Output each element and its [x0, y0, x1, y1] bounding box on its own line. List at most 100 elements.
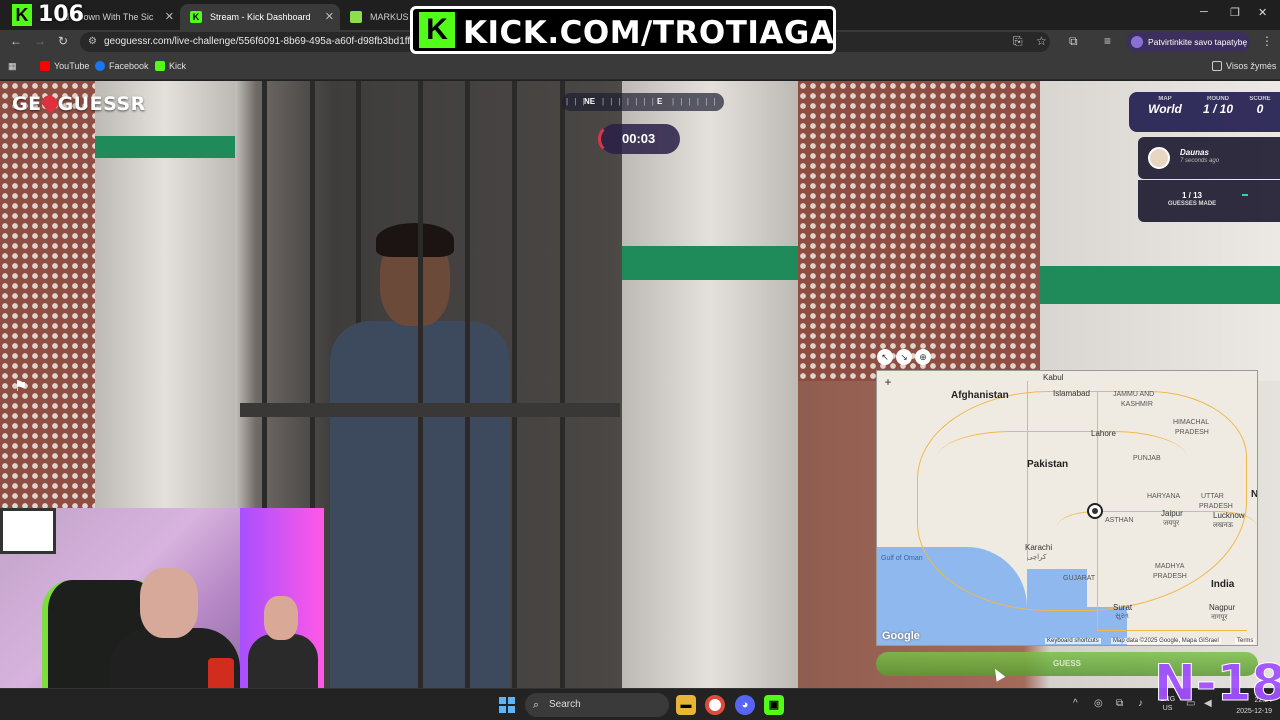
pin-map-icon[interactable]: ⊕	[915, 349, 931, 365]
guest-body	[248, 634, 318, 688]
profile-button[interactable]: Patvirtinkite savo tapatybę	[1126, 32, 1250, 52]
extensions-icon[interactable]: ⧉	[1069, 34, 1078, 49]
search-icon: ⌕	[533, 699, 540, 711]
tab-kick-dashboard[interactable]: K Stream - Kick Dashboard ✕	[180, 4, 340, 30]
brick-grille	[0, 81, 95, 511]
menu-icon[interactable]: ⋮	[1261, 34, 1273, 48]
reload-icon[interactable]: ↻	[58, 34, 68, 48]
map-label-surat: Surat	[1113, 603, 1133, 612]
drink-can	[208, 658, 234, 688]
youtube-icon	[40, 61, 50, 71]
forward-icon[interactable]: →	[34, 34, 46, 48]
concrete-pillar	[622, 81, 798, 688]
kick-logo-icon: K	[419, 12, 455, 48]
keyboard-shortcuts-link[interactable]: Keyboard shortcuts	[1045, 638, 1101, 644]
gate-bar	[465, 81, 470, 688]
all-bookmarks[interactable]: Visos žymės	[1212, 61, 1276, 71]
brick-grille	[798, 81, 1058, 381]
progress-indicator	[1242, 194, 1248, 196]
map-label-surat-gujarati: સુરત	[1115, 613, 1129, 620]
kick-favicon-icon	[350, 11, 362, 23]
folder-icon	[1212, 61, 1222, 71]
guess-map[interactable]: + Kabul Afghanistan Islamabad JAMMU AND …	[876, 370, 1258, 646]
minimize-icon[interactable]: ─	[1200, 6, 1208, 18]
facebook-icon	[95, 61, 105, 71]
gate-crossbar	[240, 403, 620, 417]
bookmark-facebook[interactable]: Facebook	[95, 61, 149, 71]
map-label-karachi-urdu: کراچی	[1027, 554, 1047, 561]
app-icon[interactable]: ▣	[764, 695, 784, 715]
map-label-lucknow: Lucknow	[1213, 511, 1245, 520]
bookmark-label: YouTube	[54, 61, 90, 71]
reading-list-icon[interactable]: ≡	[1104, 34, 1111, 48]
wall-poster	[0, 508, 56, 554]
sync-icon[interactable]: ◎	[1094, 698, 1103, 709]
map-label-jaipur-hindi: जयपुर	[1163, 520, 1180, 527]
google-logo: Google	[882, 630, 920, 642]
back-icon[interactable]: ←	[10, 34, 22, 48]
map-label-pakistan: Pakistan	[1027, 459, 1069, 470]
avatar	[1148, 147, 1170, 169]
terms-link[interactable]: Terms	[1235, 638, 1256, 644]
chrome-icon[interactable]	[705, 695, 725, 715]
streamer-webcam	[0, 508, 324, 688]
bookmark-youtube[interactable]: YouTube	[40, 61, 89, 71]
windows-taskbar: ⌕ Search ▬ ◕ ▣ ^ ◎ ⧉ ♪ ENG US ▭ ◀ 22:24 …	[0, 688, 1280, 720]
app-tray-icon[interactable]: ⧉	[1116, 698, 1123, 709]
site-info-icon[interactable]: ⚙	[88, 36, 97, 47]
map-label-jammu: JAMMU AND	[1113, 391, 1155, 398]
map-label-nagpur-hindi: नागपूर	[1211, 614, 1228, 621]
guest-face	[264, 596, 298, 640]
map-label-uttar: UTTAR	[1201, 493, 1224, 500]
profile-label: Patvirtinkite savo tapatybę	[1148, 37, 1248, 47]
expand-map-icon[interactable]: ↖	[877, 349, 893, 365]
green-stripe	[622, 246, 798, 280]
close-icon[interactable]: ✕	[165, 4, 174, 30]
report-location-icon[interactable]: ⚑	[14, 377, 27, 395]
tab-label: Stream - Kick Dashboard	[210, 12, 311, 22]
install-app-icon[interactable]: ⎘	[1013, 34, 1023, 49]
compass-e: E	[657, 97, 663, 106]
map-data-attribution: Map data ©2025 Google, Mapa GISrael	[1111, 638, 1221, 644]
viewer-count: 106	[38, 2, 84, 27]
close-window-icon[interactable]: ✕	[1258, 6, 1267, 19]
kick-logo-icon: K	[12, 4, 32, 26]
map-info: MAP World	[1148, 96, 1182, 116]
map-label-karachi: Karachi	[1025, 543, 1053, 552]
microphone-icon[interactable]: ♪	[1138, 698, 1143, 709]
map-label-lahore: Lahore	[1091, 429, 1116, 438]
streamer-face	[140, 568, 198, 638]
bookmark-star-icon[interactable]: ☆	[1036, 34, 1047, 48]
shrink-map-icon[interactable]: ↘	[896, 349, 912, 365]
kick-favicon-icon: K	[190, 11, 202, 23]
apps-grid-icon[interactable]: ▦	[8, 61, 17, 72]
player-guess-entry: Daunas 7 seconds ago	[1138, 137, 1280, 179]
guesses-label: GUESSES MADE	[1167, 201, 1217, 207]
guesses-made-panel: 1 / 13 GUESSES MADE	[1138, 180, 1280, 222]
zoom-in-icon[interactable]: +	[881, 375, 895, 389]
map-label-pradesh: PRADESH	[1175, 429, 1209, 436]
player-guess-time: 7 seconds ago	[1180, 158, 1220, 164]
maximize-icon[interactable]: ❐	[1230, 6, 1240, 19]
stream-watermark: N-18	[1153, 654, 1280, 713]
taskbar-search[interactable]: ⌕ Search	[525, 693, 669, 717]
tab-markus[interactable]: MARKUS bi	[340, 4, 420, 30]
map-label-kabul: Kabul	[1043, 373, 1064, 382]
discord-icon[interactable]: ◕	[735, 695, 755, 715]
map-label-gulf: Gulf of Oman	[881, 555, 923, 562]
player-marker-icon[interactable]	[1087, 503, 1103, 519]
close-icon[interactable]: ✕	[325, 4, 334, 30]
file-explorer-icon[interactable]: ▬	[676, 695, 696, 715]
chevron-up-icon[interactable]: ^	[1073, 698, 1078, 709]
map-label-pradesh: PRADESH	[1199, 503, 1233, 510]
bookmark-kick[interactable]: Kick	[155, 61, 186, 71]
geoguessr-logo: GE GUESSR	[12, 92, 146, 115]
map-label-islamabad: Islamabad	[1053, 389, 1090, 398]
windows-start-icon[interactable]	[499, 697, 515, 713]
round-info: ROUND 1 / 10	[1202, 96, 1234, 116]
game-status-panel: MAP World ROUND 1 / 10 SCORE 0	[1129, 92, 1280, 132]
map-label-pradesh: PRADESH	[1153, 573, 1187, 580]
search-label: Search	[549, 699, 581, 710]
gate-bar	[512, 81, 517, 688]
map-label-afghanistan: Afghanistan	[951, 390, 1009, 401]
